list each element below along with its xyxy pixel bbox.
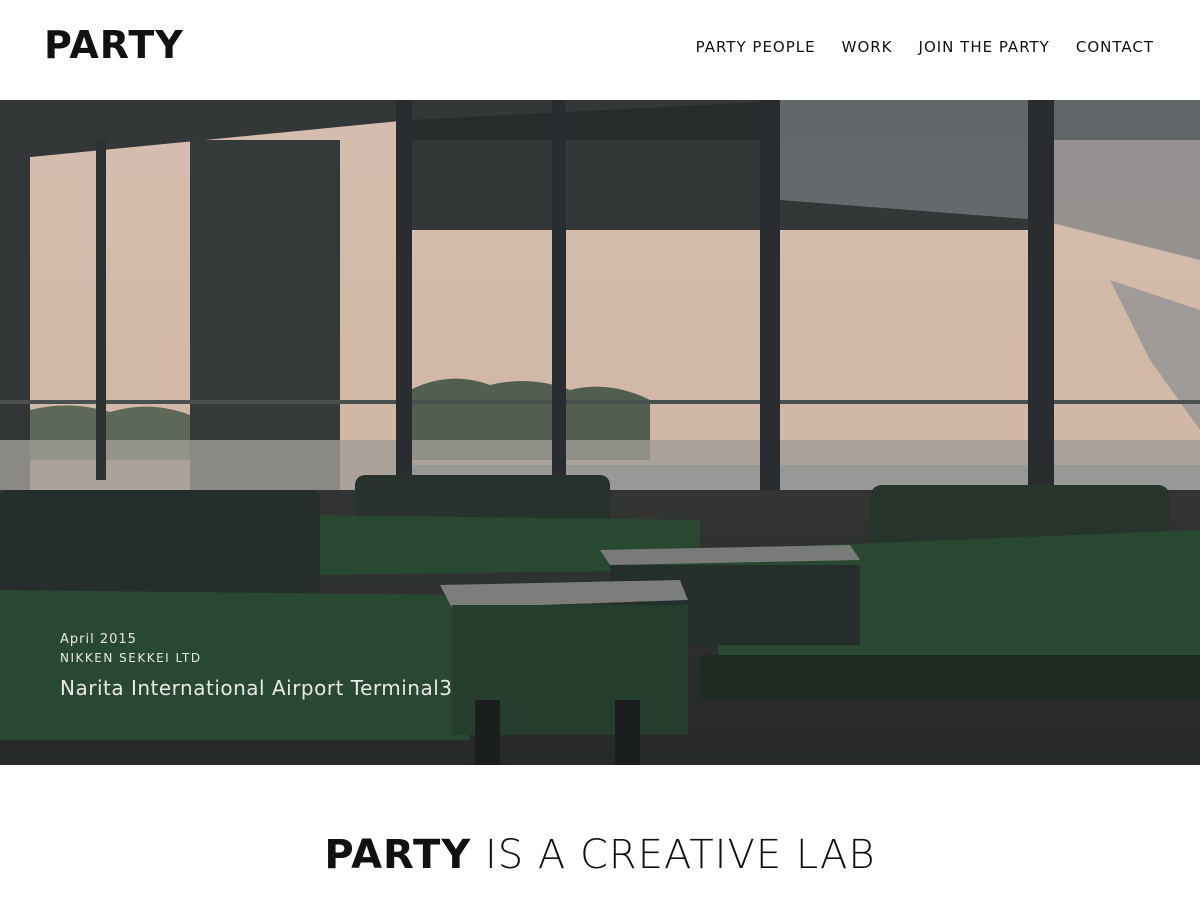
nav-party-people[interactable]: PARTY PEOPLE	[696, 38, 816, 56]
tagline-rest: IS A CREATIVE LAB	[471, 832, 876, 878]
hero-video[interactable]: April 2015 NIKKEN SEKKEI LTD Narita Inte…	[0, 100, 1200, 765]
project-client: NIKKEN SEKKEI LTD	[60, 651, 202, 665]
nav-join-the-party[interactable]: JOIN THE PARTY	[919, 38, 1050, 56]
project-caption: April 2015 NIKKEN SEKKEI LTD Narita Inte…	[60, 630, 453, 700]
main-nav: PARTY PEOPLE WORK JOIN THE PARTY CONTACT	[696, 38, 1154, 56]
project-date: April 2015	[60, 632, 137, 647]
tagline: PARTY IS A CREATIVE LAB	[0, 832, 1200, 878]
site-header: PARTY PARTY PEOPLE WORK JOIN THE PARTY C…	[0, 0, 1200, 100]
nav-contact[interactable]: CONTACT	[1076, 38, 1154, 56]
project-title: Narita International Airport Terminal3	[60, 676, 453, 700]
tagline-brand: PARTY	[324, 832, 472, 878]
nav-work[interactable]: WORK	[842, 38, 893, 56]
logo-link[interactable]: PARTY	[44, 26, 184, 64]
